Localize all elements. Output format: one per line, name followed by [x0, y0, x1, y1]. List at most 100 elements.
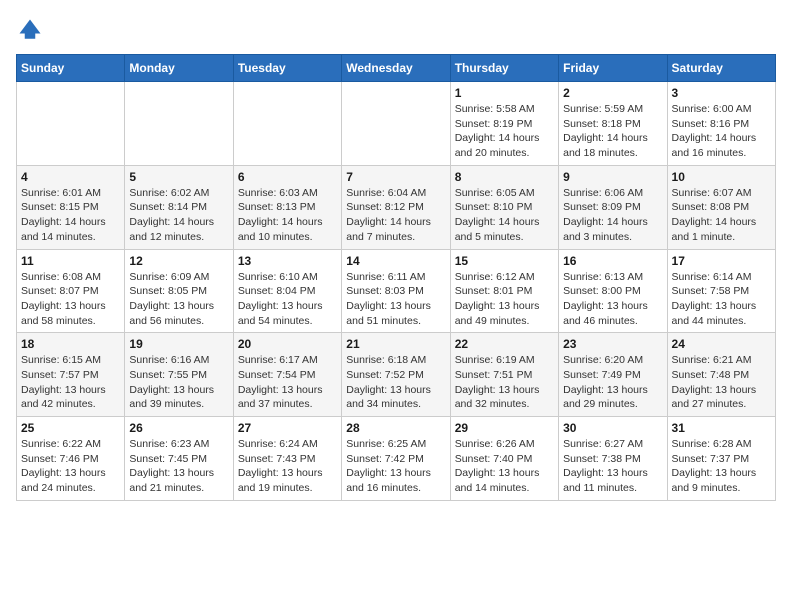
- day-number: 3: [672, 86, 771, 100]
- day-info: Sunrise: 6:01 AMSunset: 8:15 PMDaylight:…: [21, 186, 120, 245]
- day-info: Sunrise: 6:11 AMSunset: 8:03 PMDaylight:…: [346, 270, 445, 329]
- day-number: 18: [21, 337, 120, 351]
- day-cell: 20 Sunrise: 6:17 AMSunset: 7:54 PMDayligh…: [233, 333, 341, 417]
- day-cell: 4 Sunrise: 6:01 AMSunset: 8:15 PMDaylight…: [17, 165, 125, 249]
- header-friday: Friday: [559, 55, 667, 82]
- day-cell: 3 Sunrise: 6:00 AMSunset: 8:16 PMDaylight…: [667, 82, 775, 166]
- day-cell: 10 Sunrise: 6:07 AMSunset: 8:08 PMDayligh…: [667, 165, 775, 249]
- week-row-5: 25 Sunrise: 6:22 AMSunset: 7:46 PMDayligh…: [17, 417, 776, 501]
- day-info: Sunrise: 6:12 AMSunset: 8:01 PMDaylight:…: [455, 270, 554, 329]
- day-info: Sunrise: 6:06 AMSunset: 8:09 PMDaylight:…: [563, 186, 662, 245]
- day-cell: 26 Sunrise: 6:23 AMSunset: 7:45 PMDayligh…: [125, 417, 233, 501]
- day-number: 4: [21, 170, 120, 184]
- day-info: Sunrise: 5:58 AMSunset: 8:19 PMDaylight:…: [455, 102, 554, 161]
- day-info: Sunrise: 6:14 AMSunset: 7:58 PMDaylight:…: [672, 270, 771, 329]
- header-wednesday: Wednesday: [342, 55, 450, 82]
- day-number: 2: [563, 86, 662, 100]
- day-info: Sunrise: 6:24 AMSunset: 7:43 PMDaylight:…: [238, 437, 337, 496]
- day-number: 29: [455, 421, 554, 435]
- day-info: Sunrise: 6:25 AMSunset: 7:42 PMDaylight:…: [346, 437, 445, 496]
- day-cell: 21Sunrise: 6:18 AMSunset: 7:52 PMDayligh…: [342, 333, 450, 417]
- day-number: 9: [563, 170, 662, 184]
- day-cell: 15Sunrise: 6:12 AMSunset: 8:01 PMDayligh…: [450, 249, 558, 333]
- day-info: Sunrise: 6:26 AMSunset: 7:40 PMDaylight:…: [455, 437, 554, 496]
- day-number: 30: [563, 421, 662, 435]
- header-monday: Monday: [125, 55, 233, 82]
- day-number: 21: [346, 337, 445, 351]
- day-number: 28: [346, 421, 445, 435]
- day-cell: 16 Sunrise: 6:13 AMSunset: 8:00 PMDayligh…: [559, 249, 667, 333]
- day-info: Sunrise: 6:13 AMSunset: 8:00 PMDaylight:…: [563, 270, 662, 329]
- calendar-table: SundayMondayTuesdayWednesdayThursdayFrid…: [16, 54, 776, 501]
- day-info: Sunrise: 6:15 AMSunset: 7:57 PMDaylight:…: [21, 353, 120, 412]
- day-cell: 13 Sunrise: 6:10 AMSunset: 8:04 PMDayligh…: [233, 249, 341, 333]
- day-info: Sunrise: 6:23 AMSunset: 7:45 PMDaylight:…: [129, 437, 228, 496]
- day-cell: 18 Sunrise: 6:15 AMSunset: 7:57 PMDayligh…: [17, 333, 125, 417]
- day-number: 22: [455, 337, 554, 351]
- day-number: 8: [455, 170, 554, 184]
- day-number: 1: [455, 86, 554, 100]
- logo: [16, 16, 48, 44]
- day-number: 19: [129, 337, 228, 351]
- day-info: Sunrise: 6:28 AMSunset: 7:37 PMDaylight:…: [672, 437, 771, 496]
- day-number: 17: [672, 254, 771, 268]
- day-cell: 27 Sunrise: 6:24 AMSunset: 7:43 PMDayligh…: [233, 417, 341, 501]
- day-cell: 22 Sunrise: 6:19 AMSunset: 7:51 PMDayligh…: [450, 333, 558, 417]
- day-cell: 9 Sunrise: 6:06 AMSunset: 8:09 PMDaylight…: [559, 165, 667, 249]
- day-cell: 19 Sunrise: 6:16 AMSunset: 7:55 PMDayligh…: [125, 333, 233, 417]
- day-cell: 31Sunrise: 6:28 AMSunset: 7:37 PMDayligh…: [667, 417, 775, 501]
- day-cell: 28 Sunrise: 6:25 AMSunset: 7:42 PMDayligh…: [342, 417, 450, 501]
- day-info: Sunrise: 6:03 AMSunset: 8:13 PMDaylight:…: [238, 186, 337, 245]
- day-info: Sunrise: 6:17 AMSunset: 7:54 PMDaylight:…: [238, 353, 337, 412]
- header-thursday: Thursday: [450, 55, 558, 82]
- day-info: Sunrise: 6:22 AMSunset: 7:46 PMDaylight:…: [21, 437, 120, 496]
- day-number: 13: [238, 254, 337, 268]
- day-cell: [233, 82, 341, 166]
- day-number: 11: [21, 254, 120, 268]
- day-number: 12: [129, 254, 228, 268]
- logo-icon: [16, 16, 44, 44]
- day-info: Sunrise: 6:10 AMSunset: 8:04 PMDaylight:…: [238, 270, 337, 329]
- day-cell: 11Sunrise: 6:08 AMSunset: 8:07 PMDayligh…: [17, 249, 125, 333]
- day-number: 16: [563, 254, 662, 268]
- day-cell: 2 Sunrise: 5:59 AMSunset: 8:18 PMDaylight…: [559, 82, 667, 166]
- day-info: Sunrise: 6:21 AMSunset: 7:48 PMDaylight:…: [672, 353, 771, 412]
- day-cell: 23 Sunrise: 6:20 AMSunset: 7:49 PMDayligh…: [559, 333, 667, 417]
- day-info: Sunrise: 6:05 AMSunset: 8:10 PMDaylight:…: [455, 186, 554, 245]
- day-info: Sunrise: 6:00 AMSunset: 8:16 PMDaylight:…: [672, 102, 771, 161]
- day-number: 20: [238, 337, 337, 351]
- day-cell: 25 Sunrise: 6:22 AMSunset: 7:46 PMDayligh…: [17, 417, 125, 501]
- day-info: Sunrise: 6:20 AMSunset: 7:49 PMDaylight:…: [563, 353, 662, 412]
- day-info: Sunrise: 6:07 AMSunset: 8:08 PMDaylight:…: [672, 186, 771, 245]
- day-info: Sunrise: 6:04 AMSunset: 8:12 PMDaylight:…: [346, 186, 445, 245]
- day-number: 10: [672, 170, 771, 184]
- header-saturday: Saturday: [667, 55, 775, 82]
- page-header: [16, 16, 776, 44]
- day-cell: 29 Sunrise: 6:26 AMSunset: 7:40 PMDayligh…: [450, 417, 558, 501]
- day-info: Sunrise: 6:02 AMSunset: 8:14 PMDaylight:…: [129, 186, 228, 245]
- day-number: 26: [129, 421, 228, 435]
- day-info: Sunrise: 6:27 AMSunset: 7:38 PMDaylight:…: [563, 437, 662, 496]
- day-cell: 30 Sunrise: 6:27 AMSunset: 7:38 PMDayligh…: [559, 417, 667, 501]
- day-number: 6: [238, 170, 337, 184]
- day-info: Sunrise: 5:59 AMSunset: 8:18 PMDaylight:…: [563, 102, 662, 161]
- day-cell: 14Sunrise: 6:11 AMSunset: 8:03 PMDayligh…: [342, 249, 450, 333]
- day-number: 25: [21, 421, 120, 435]
- day-info: Sunrise: 6:19 AMSunset: 7:51 PMDaylight:…: [455, 353, 554, 412]
- day-cell: 17 Sunrise: 6:14 AMSunset: 7:58 PMDayligh…: [667, 249, 775, 333]
- day-cell: [125, 82, 233, 166]
- day-info: Sunrise: 6:16 AMSunset: 7:55 PMDaylight:…: [129, 353, 228, 412]
- day-number: 27: [238, 421, 337, 435]
- day-cell: 1 Sunrise: 5:58 AMSunset: 8:19 PMDaylight…: [450, 82, 558, 166]
- week-row-2: 4 Sunrise: 6:01 AMSunset: 8:15 PMDaylight…: [17, 165, 776, 249]
- day-cell: 7 Sunrise: 6:04 AMSunset: 8:12 PMDaylight…: [342, 165, 450, 249]
- week-row-1: 1 Sunrise: 5:58 AMSunset: 8:19 PMDaylight…: [17, 82, 776, 166]
- day-cell: 12 Sunrise: 6:09 AMSunset: 8:05 PMDayligh…: [125, 249, 233, 333]
- day-cell: [17, 82, 125, 166]
- day-cell: 6 Sunrise: 6:03 AMSunset: 8:13 PMDaylight…: [233, 165, 341, 249]
- day-info: Sunrise: 6:09 AMSunset: 8:05 PMDaylight:…: [129, 270, 228, 329]
- day-number: 23: [563, 337, 662, 351]
- day-number: 7: [346, 170, 445, 184]
- week-row-3: 11Sunrise: 6:08 AMSunset: 8:07 PMDayligh…: [17, 249, 776, 333]
- calendar-header-row: SundayMondayTuesdayWednesdayThursdayFrid…: [17, 55, 776, 82]
